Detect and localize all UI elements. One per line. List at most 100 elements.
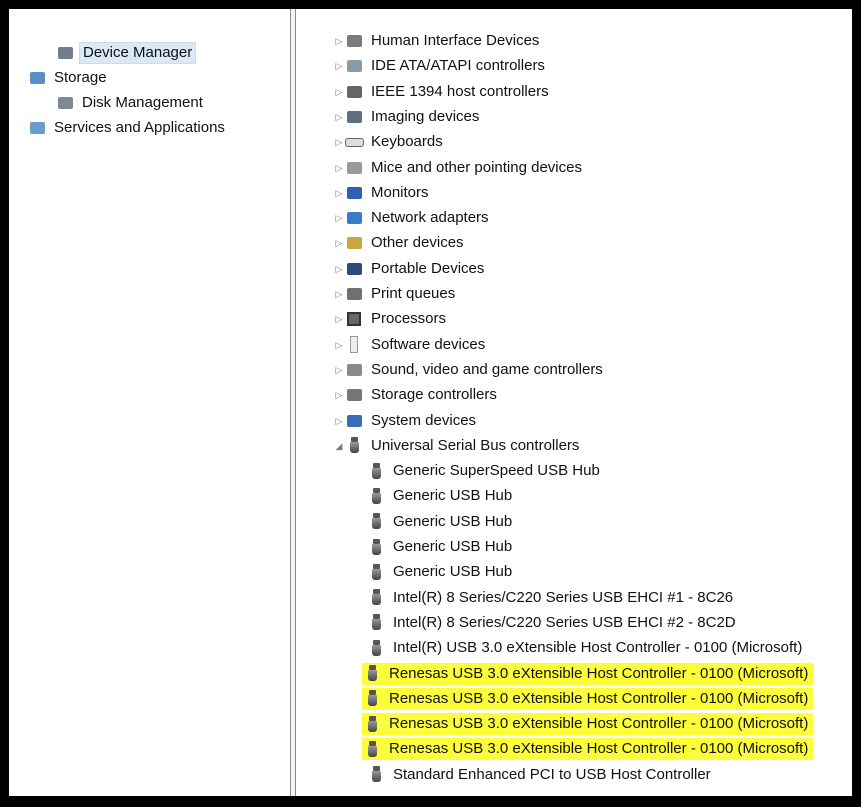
hid-icon <box>344 32 364 50</box>
usb-device[interactable]: Generic USB Hub <box>366 536 515 558</box>
usb-device-icon <box>366 589 386 607</box>
ide-icon <box>344 57 364 75</box>
console-tree-label: Disk Management <box>82 94 203 111</box>
usb-device-icon <box>366 563 386 581</box>
usb-device[interactable]: Generic USB Hub <box>366 485 515 507</box>
device-category[interactable]: ▷ Print queues <box>334 283 458 305</box>
expand-arrow-icon[interactable]: ▷ <box>334 283 344 305</box>
expand-arrow-icon[interactable]: ▷ <box>334 30 344 52</box>
console-tree-item[interactable]: Device Manager <box>45 42 197 64</box>
usb-device-icon <box>362 740 382 758</box>
device-category[interactable]: ▷ Storage controllers <box>334 384 500 406</box>
usb-device-label: Renesas USB 3.0 eXtensible Host Controll… <box>386 738 812 761</box>
usb-device-label: Intel(R) 8 Series/C220 Series USB EHCI #… <box>393 588 734 606</box>
device-category[interactable]: ▷ Network adapters <box>334 207 492 229</box>
expand-arrow-icon[interactable]: ▷ <box>334 384 344 406</box>
usb-device[interactable]: Generic SuperSpeed USB Hub <box>366 460 603 482</box>
device-category-label: Mice and other pointing devices <box>371 158 582 176</box>
device-category-label: Other devices <box>371 234 464 252</box>
network-icon <box>344 209 364 227</box>
monitor-icon <box>344 184 364 202</box>
device-category-label: IEEE 1394 host controllers <box>371 82 549 100</box>
device-tree: ▷ Human Interface Devices ▷ IDE ATA/ATAPI c… <box>296 9 852 796</box>
services-icon <box>27 119 47 137</box>
expand-arrow-icon[interactable]: ▷ <box>334 157 344 179</box>
usb-device[interactable]: Standard Enhanced PCI to USB Host Contro… <box>366 764 714 786</box>
system-icon <box>344 412 364 430</box>
usb-device[interactable]: Generic USB Hub <box>366 511 515 533</box>
ieee1394-icon <box>344 83 364 101</box>
usb-device-label: Renesas USB 3.0 eXtensible Host Controll… <box>386 713 812 736</box>
console-tree-label: Storage <box>54 69 107 86</box>
expand-arrow-icon[interactable]: ▷ <box>334 131 344 153</box>
keyboard-icon <box>344 133 364 151</box>
usb-device-label: Generic USB Hub <box>393 487 513 505</box>
device-category[interactable]: ▷ Other devices <box>334 232 467 254</box>
usb-device-highlighted[interactable]: Renesas USB 3.0 eXtensible Host Controll… <box>362 662 814 685</box>
expand-arrow-icon[interactable]: ▷ <box>334 334 344 356</box>
device-category[interactable]: ▷ Human Interface Devices <box>334 30 542 52</box>
device-manager-window: Device Manager Storage Disk Management Serv… <box>9 9 852 796</box>
device-category-label: IDE ATA/ATAPI controllers <box>371 57 545 75</box>
device-category[interactable]: ▷ Imaging devices <box>334 106 482 128</box>
usb-device[interactable]: Intel(R) 8 Series/C220 Series USB EHCI #… <box>366 587 736 609</box>
device-category-label: Sound, video and game controllers <box>371 360 603 378</box>
device-category[interactable]: ▷ IEEE 1394 host controllers <box>334 81 552 103</box>
expand-arrow-icon[interactable]: ▷ <box>334 182 344 204</box>
expand-arrow-icon[interactable]: ▷ <box>334 232 344 254</box>
usb-device-highlighted[interactable]: Renesas USB 3.0 eXtensible Host Controll… <box>362 687 814 710</box>
device-category-label: Network adapters <box>371 209 489 227</box>
expand-arrow-icon[interactable]: ▷ <box>334 308 344 330</box>
mouse-icon <box>344 159 364 177</box>
printer-icon <box>344 285 364 303</box>
expand-arrow-icon[interactable]: ▷ <box>334 258 344 280</box>
storage-controller-icon <box>344 386 364 404</box>
imaging-icon <box>344 108 364 126</box>
expand-arrow-icon[interactable]: ▷ <box>334 81 344 103</box>
device-category[interactable]: ▷ Processors <box>334 308 449 330</box>
device-category-label: Imaging devices <box>371 107 480 125</box>
usb-category[interactable]: ◢ Universal Serial Bus controllers <box>334 435 582 457</box>
device-category[interactable]: ▷ Keyboards <box>334 131 446 153</box>
expand-arrow-icon[interactable]: ▷ <box>334 207 344 229</box>
tree-expander-icon[interactable] <box>17 67 27 89</box>
expand-arrow-icon[interactable]: ▷ <box>334 55 344 77</box>
usb-device-highlighted[interactable]: Renesas USB 3.0 eXtensible Host Controll… <box>362 713 814 736</box>
device-category[interactable]: ▷ Portable Devices <box>334 258 487 280</box>
usb-device-highlighted[interactable]: Renesas USB 3.0 eXtensible Host Controll… <box>362 738 814 761</box>
usb-device[interactable]: Intel(R) USB 3.0 eXtensible Host Control… <box>366 637 805 659</box>
portable-icon <box>344 260 364 278</box>
usb-category-label: Universal Serial Bus controllers <box>371 436 580 454</box>
expand-arrow-icon[interactable]: ▷ <box>334 106 344 128</box>
tree-expander-icon[interactable] <box>17 117 27 139</box>
expand-arrow-icon[interactable]: ▷ <box>334 410 344 432</box>
other-devices-icon <box>344 234 364 252</box>
collapse-arrow-icon[interactable]: ◢ <box>334 435 344 457</box>
device-category-label: Software devices <box>371 335 486 353</box>
console-tree-item[interactable]: Storage <box>17 67 110 89</box>
expand-arrow-icon[interactable]: ▷ <box>334 359 344 381</box>
usb-device-icon <box>366 766 386 784</box>
device-category[interactable]: ▷ Mice and other pointing devices <box>334 157 585 179</box>
disk-management-icon <box>55 94 75 112</box>
usb-device-label: Intel(R) 8 Series/C220 Series USB EHCI #… <box>393 613 736 631</box>
usb-device-label: Generic SuperSpeed USB Hub <box>393 462 600 480</box>
console-tree-item[interactable]: Disk Management <box>45 92 206 114</box>
device-category[interactable]: ▷ System devices <box>334 410 479 432</box>
usb-device-label: Renesas USB 3.0 eXtensible Host Controll… <box>386 662 812 685</box>
usb-device[interactable]: Intel(R) 8 Series/C220 Series USB EHCI #… <box>366 612 739 634</box>
usb-device-icon <box>362 665 382 683</box>
device-category-label: Human Interface Devices <box>371 32 540 49</box>
usb-device[interactable]: Generic USB Hub <box>366 561 515 583</box>
device-category[interactable]: ▷ Monitors <box>334 182 432 204</box>
device-category[interactable]: ▷ Sound, video and game controllers <box>334 359 606 381</box>
usb-device-label: Intel(R) USB 3.0 eXtensible Host Control… <box>393 639 803 657</box>
console-tree-item[interactable]: Services and Applications <box>17 117 228 139</box>
processor-icon <box>344 310 364 328</box>
usb-icon <box>344 437 364 455</box>
device-category[interactable]: ▷ Software devices <box>334 334 488 356</box>
console-tree-label: Services and Applications <box>54 119 225 136</box>
device-category[interactable]: ▷ IDE ATA/ATAPI controllers <box>334 55 548 77</box>
usb-device-label: Generic USB Hub <box>393 563 513 581</box>
